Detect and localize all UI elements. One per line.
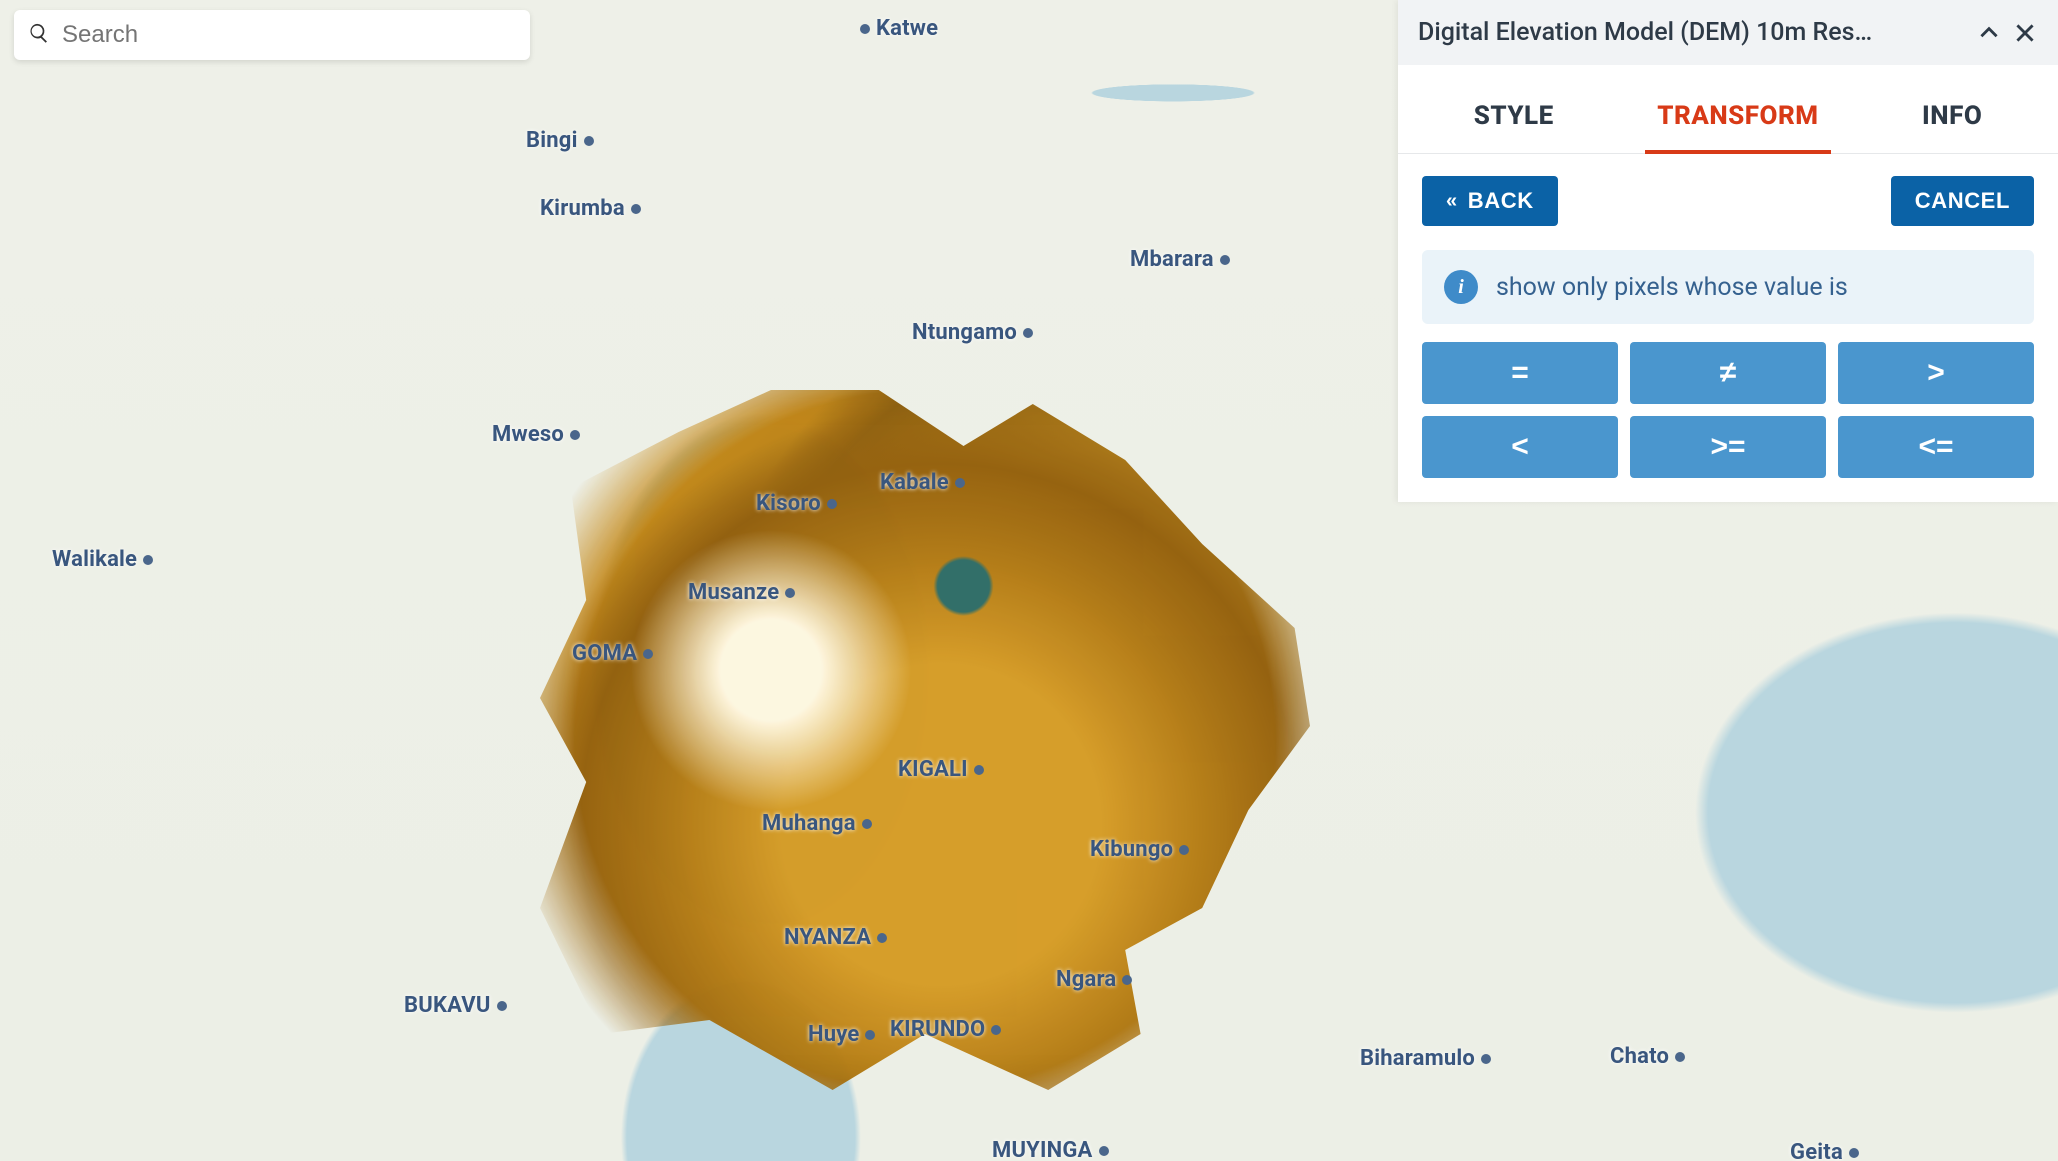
place-label: Chato: [1610, 1044, 1685, 1069]
place-dot-icon: [955, 478, 965, 488]
panel-title: Digital Elevation Model (DEM) 10m Res…: [1418, 18, 1966, 47]
place-label: Bingi: [526, 128, 594, 153]
place-dot-icon: [584, 136, 594, 146]
place-name: KIRUNDO: [890, 1017, 985, 1042]
operator-gte[interactable]: >=: [1630, 416, 1826, 478]
place-dot-icon: [643, 649, 653, 659]
place-label: KIRUNDO: [890, 1017, 1001, 1042]
place-dot-icon: [1220, 255, 1230, 265]
place-label: Mbarara: [1130, 247, 1230, 272]
place-dot-icon: [827, 499, 837, 509]
place-label: Mweso: [492, 422, 580, 447]
place-dot-icon: [974, 765, 984, 775]
place-name: MUYINGA: [992, 1138, 1093, 1161]
place-name: NYANZA: [784, 925, 871, 950]
place-dot-icon: [877, 933, 887, 943]
place-label: Kisoro: [756, 491, 837, 516]
search-input[interactable]: [62, 21, 516, 49]
place-label: Ntungamo: [912, 320, 1033, 345]
place-label: BUKAVU: [404, 993, 507, 1018]
place-name: Musanze: [688, 580, 779, 605]
place-label: Musanze: [688, 580, 795, 605]
place-dot-icon: [143, 555, 153, 565]
panel-actions: « BACK CANCEL: [1398, 154, 2058, 240]
place-dot-icon: [497, 1001, 507, 1011]
cancel-button[interactable]: CANCEL: [1891, 176, 2034, 226]
place-name: Chato: [1610, 1044, 1669, 1069]
place-name: Biharamulo: [1360, 1046, 1475, 1071]
place-label: Ngara: [1056, 967, 1132, 992]
search-icon: [28, 22, 50, 48]
place-label: Katwe: [860, 16, 938, 41]
place-dot-icon: [785, 588, 795, 598]
operator-gt[interactable]: >: [1838, 342, 2034, 404]
place-dot-icon: [570, 430, 580, 440]
place-name: GOMA: [572, 641, 637, 666]
place-name: Kisoro: [756, 491, 821, 516]
place-name: Geita: [1790, 1140, 1843, 1161]
info-text: show only pixels whose value is: [1496, 273, 1848, 302]
back-button-label: BACK: [1468, 188, 1534, 214]
info-icon: i: [1444, 270, 1478, 304]
operator-ne[interactable]: ≠: [1630, 342, 1826, 404]
collapse-icon[interactable]: [1976, 20, 2002, 46]
place-label: Geita: [1790, 1140, 1859, 1161]
place-name: Mweso: [492, 422, 564, 447]
place-label: NYANZA: [784, 925, 887, 950]
operator-grid: = ≠ > < >= <=: [1398, 342, 2058, 502]
place-dot-icon: [991, 1025, 1001, 1035]
place-label: MUYINGA: [992, 1138, 1109, 1161]
place-label: Muhanga: [762, 811, 872, 836]
cancel-button-label: CANCEL: [1915, 188, 2010, 214]
place-dot-icon: [1099, 1146, 1109, 1156]
place-dot-icon: [1481, 1054, 1491, 1064]
tab-transform[interactable]: TRANSFORM: [1651, 95, 1824, 153]
place-label: Walikale: [52, 547, 153, 572]
place-name: Muhanga: [762, 811, 856, 836]
panel-header: Digital Elevation Model (DEM) 10m Res…: [1398, 0, 2058, 65]
place-dot-icon: [1675, 1052, 1685, 1062]
place-name: Kibungo: [1090, 837, 1173, 862]
place-name: BUKAVU: [404, 993, 491, 1018]
place-name: Ntungamo: [912, 320, 1017, 345]
place-name: Bingi: [526, 128, 578, 153]
place-label: Kibungo: [1090, 837, 1189, 862]
place-name: Huye: [808, 1022, 859, 1047]
place-dot-icon: [631, 204, 641, 214]
place-name: Kabale: [880, 470, 949, 495]
tab-style[interactable]: STYLE: [1468, 95, 1560, 153]
operator-lte[interactable]: <=: [1838, 416, 2034, 478]
place-name: Katwe: [876, 16, 938, 41]
search-container: [14, 10, 530, 60]
place-label: Biharamulo: [1360, 1046, 1491, 1071]
tab-info[interactable]: INFO: [1916, 95, 1988, 153]
place-name: Walikale: [52, 547, 137, 572]
operator-lt[interactable]: <: [1422, 416, 1618, 478]
back-button[interactable]: « BACK: [1422, 176, 1558, 226]
place-name: KIGALI: [898, 757, 968, 782]
place-label: Kabale: [880, 470, 965, 495]
place-name: Ngara: [1056, 967, 1116, 992]
layer-panel: Digital Elevation Model (DEM) 10m Res… S…: [1398, 0, 2058, 502]
info-banner: i show only pixels whose value is: [1422, 250, 2034, 324]
place-name: Kirumba: [540, 196, 625, 221]
place-label: GOMA: [572, 641, 653, 666]
chevrons-left-icon: «: [1446, 190, 1458, 213]
dem-overlay: [540, 390, 1310, 1090]
place-dot-icon: [1179, 845, 1189, 855]
place-dot-icon: [860, 24, 870, 34]
place-name: Mbarara: [1130, 247, 1214, 272]
close-icon[interactable]: [2012, 20, 2038, 46]
panel-tabs: STYLE TRANSFORM INFO: [1398, 65, 2058, 154]
place-dot-icon: [862, 819, 872, 829]
place-dot-icon: [1122, 975, 1132, 985]
place-dot-icon: [865, 1030, 875, 1040]
place-label: Huye: [808, 1022, 875, 1047]
place-dot-icon: [1849, 1148, 1859, 1158]
place-label: Kirumba: [540, 196, 641, 221]
place-dot-icon: [1023, 328, 1033, 338]
operator-eq[interactable]: =: [1422, 342, 1618, 404]
place-label: KIGALI: [898, 757, 984, 782]
